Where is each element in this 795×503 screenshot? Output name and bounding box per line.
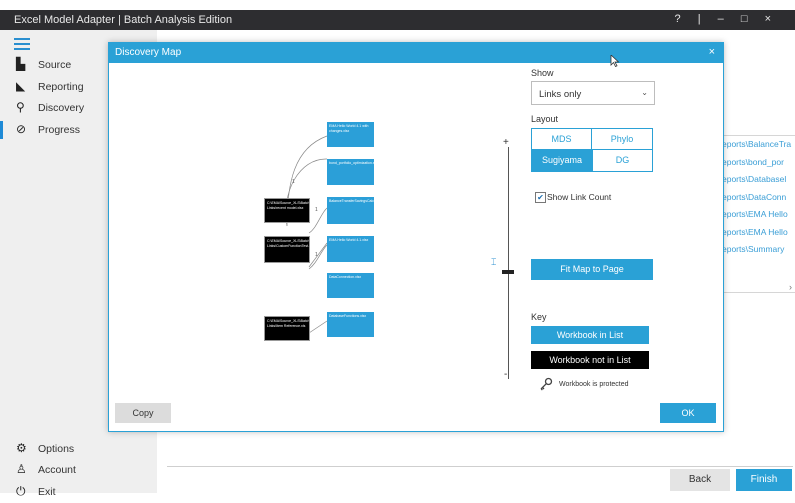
map-node[interactable]: BalanceTransferSavingsCalculator.xlsx <box>327 197 374 224</box>
gear-icon: ⚙ <box>16 441 27 455</box>
dialog-title: Discovery Map <box>115 47 182 58</box>
ok-button[interactable]: OK <box>660 403 716 423</box>
chevron-down-icon: ⌄ <box>641 88 648 97</box>
finish-button[interactable]: Finish <box>736 469 792 491</box>
source-icon: ▙ <box>16 57 26 71</box>
sidebar-item-label: Account <box>38 464 76 476</box>
show-select-value: Links only <box>539 89 582 100</box>
key-protected-label: Workbook is protected <box>559 381 629 388</box>
show-link-count-label: Show Link Count <box>547 192 612 202</box>
map-node[interactable]: DatabaseFunctions.xlsx <box>327 312 374 337</box>
title-bar: Excel Model Adapter | Batch Analysis Edi… <box>0 10 795 30</box>
search-icon: ⚲ <box>16 100 25 114</box>
separator: | <box>697 13 703 25</box>
scroll-right-icon[interactable]: › <box>789 282 792 292</box>
zoom-slider-track[interactable] <box>508 147 509 379</box>
map-node-unlisted[interactable]: C:\EMA\Source_XLS\Batch Links\Item Refer… <box>264 316 310 341</box>
sidebar-item-label: Options <box>38 443 75 455</box>
layout-options: MDS Phylo Sugiyama DG <box>531 128 653 172</box>
progress-icon: ⊘ <box>16 122 27 136</box>
layout-option-dg[interactable]: DG <box>592 150 652 171</box>
workbook-list: eports\BalanceTra eports\bond_por eports… <box>718 135 795 293</box>
map-node[interactable]: EMA Hello World 4.1 with changes.xlsx <box>327 122 374 147</box>
zoom-slider-thumb[interactable] <box>502 270 514 274</box>
copy-button[interactable]: Copy <box>115 403 171 423</box>
dialog-header: Discovery Map × <box>109 43 723 63</box>
layout-option-sugiyama[interactable]: Sugiyama <box>532 150 592 171</box>
fit-map-button[interactable]: Fit Map to Page <box>531 259 653 280</box>
map-node-unlisted[interactable]: C:\EMA\Source_XLS\Batch Links\CustomFunc… <box>264 236 310 263</box>
help-button[interactable]: ? <box>675 13 683 25</box>
discovery-map-canvas[interactable]: 1 1 1 EMA Hello World 4.1 with changes.x… <box>109 63 504 408</box>
sidebar-item-label: Reporting <box>38 81 84 93</box>
layout-option-mds[interactable]: MDS <box>532 129 592 150</box>
list-item[interactable]: eports\EMA Hello <box>719 206 795 224</box>
sidebar-item-label: Progress <box>38 124 81 136</box>
show-select[interactable]: Links only ⌄ <box>531 81 655 105</box>
mouse-cursor-icon <box>610 55 620 67</box>
list-item[interactable]: eports\BalanceTra <box>719 136 795 154</box>
sidebar-item-label: Exit <box>38 486 56 498</box>
discovery-map-dialog: Discovery Map × 1 1 1 EMA Hello World 4.… <box>108 42 724 432</box>
minimize-button[interactable]: – <box>718 13 726 25</box>
reporting-icon: ◣ <box>16 79 26 93</box>
list-item[interactable]: eports\DataConn <box>719 189 795 207</box>
sidebar-item-options[interactable]: ⚙ Options <box>0 440 157 460</box>
back-button[interactable]: Back <box>670 469 730 491</box>
edge-label: 1 <box>292 179 295 185</box>
window-controls: ? | – □ × <box>665 13 773 25</box>
user-icon: ♙ <box>16 462 27 476</box>
list-item[interactable]: eports\EMA Hello <box>719 224 795 242</box>
layout-option-phylo[interactable]: Phylo <box>592 129 652 150</box>
maximize-button[interactable]: □ <box>741 13 750 25</box>
close-window-button[interactable]: × <box>765 13 773 25</box>
map-node[interactable]: EMA Hello World 4.1.xlsx <box>327 236 374 262</box>
app-title: Excel Model Adapter | Batch Analysis Edi… <box>14 14 233 26</box>
layout-label: Layout <box>531 114 559 124</box>
key-icon <box>540 377 553 391</box>
dialog-close-button[interactable]: × <box>709 46 715 58</box>
key-in-list: Workbook in List <box>531 326 649 344</box>
list-item[interactable]: eports\Summary <box>719 241 795 259</box>
edge-label: 1 <box>315 252 318 258</box>
map-node[interactable]: bond_portfolio_optimization.xls <box>327 159 374 185</box>
power-icon: ⏻ <box>16 484 26 498</box>
list-item[interactable]: eports\Databasel <box>719 171 795 189</box>
key-not-in-list: Workbook not in List <box>531 351 649 369</box>
list-item[interactable]: eports\bond_por <box>719 154 795 172</box>
hamburger-menu-icon[interactable] <box>14 38 30 53</box>
key-label: Key <box>531 312 547 322</box>
sidebar-item-label: Source <box>38 59 72 71</box>
zoom-out-icon[interactable]: - <box>504 369 507 380</box>
footer-divider <box>167 466 793 467</box>
show-link-count-checkbox[interactable]: ✔ <box>535 192 546 203</box>
edge-label: 1 <box>315 207 318 213</box>
show-label: Show <box>531 68 554 78</box>
map-node[interactable]: DataConnection.xlsx <box>327 273 374 298</box>
sidebar-item-exit[interactable]: ⏻ Exit <box>0 483 157 503</box>
sidebar-item-account[interactable]: ♙ Account <box>0 461 157 481</box>
map-node-unlisted[interactable]: C:\EMA\Source_XLS\Batch Links\recent mod… <box>264 198 310 223</box>
sidebar-item-label: Discovery <box>38 102 85 114</box>
zoom-reset-icon[interactable]: ⌶ <box>491 257 496 268</box>
